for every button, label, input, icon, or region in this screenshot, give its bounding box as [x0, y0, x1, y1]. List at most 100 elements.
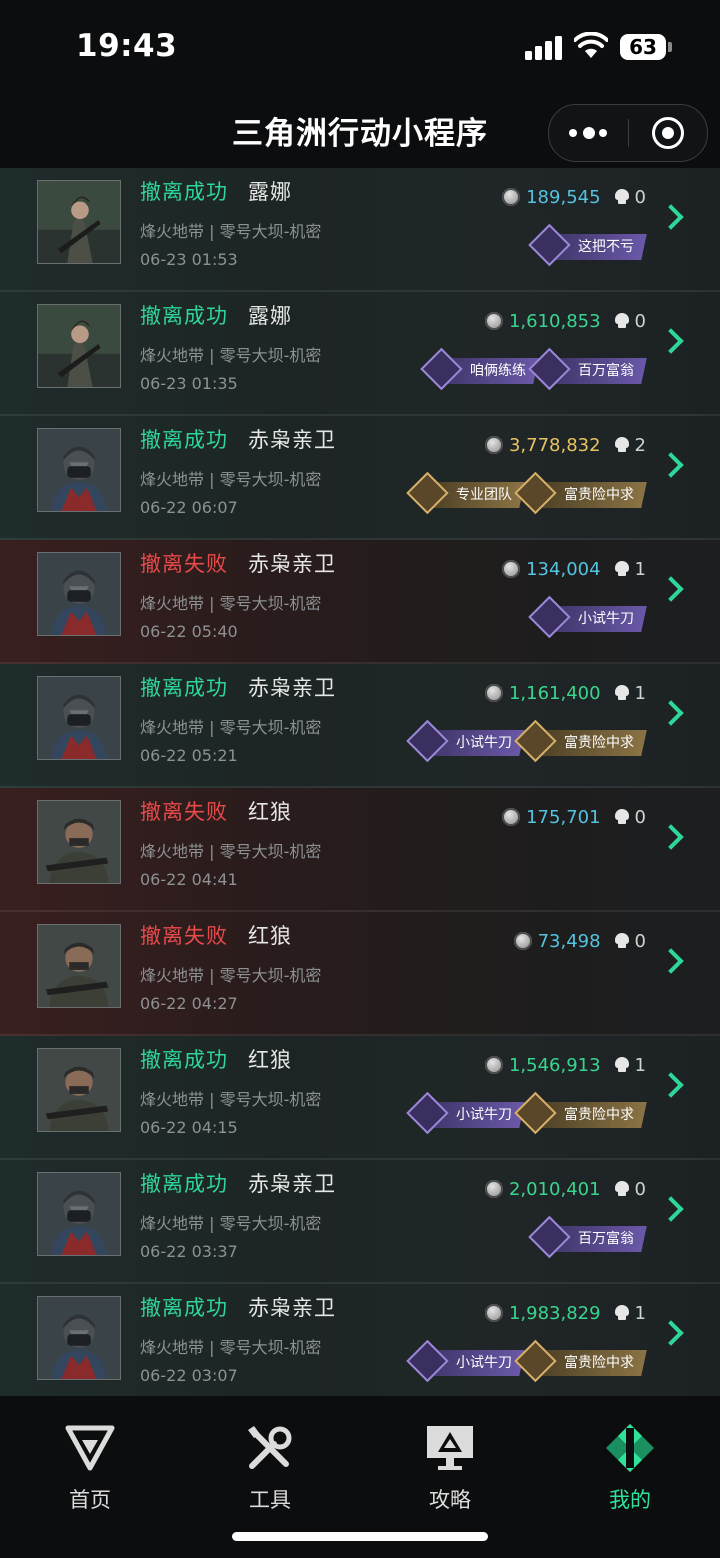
match-record-row[interactable]: 撤离成功 露娜 烽火地带 | 零号大坝-机密 06-23 01:35 1,610…	[0, 292, 720, 416]
match-record-row[interactable]: 撤离失败 红狼 烽火地带 | 零号大坝-机密 06-22 04:41 175,7…	[0, 788, 720, 912]
achievement-tag-label: 富贵险中求	[564, 487, 634, 503]
chevron-right-icon[interactable]	[658, 700, 684, 726]
match-record-row[interactable]: 撤离成功 赤枭亲卫 烽火地带 | 零号大坝-机密 06-22 03:07 1,9…	[0, 1284, 720, 1396]
coin-icon	[513, 932, 532, 950]
achievement-tag-label: 小试牛刀	[456, 735, 512, 751]
operator-name: 红狼	[248, 1048, 292, 1072]
loot-value: 1,983,829	[508, 1302, 601, 1324]
achievement-tags: 咱俩练练 百万富翁	[420, 347, 647, 391]
close-miniprogram-icon[interactable]	[652, 117, 684, 149]
chevron-right-icon[interactable]	[658, 824, 684, 850]
gold-badge-icon	[514, 719, 557, 763]
achievement-tag-label: 这把不亏	[578, 239, 634, 255]
kill-count: 1	[634, 558, 646, 580]
coin-icon	[484, 684, 503, 702]
match-record-row[interactable]: 撤离成功 赤枭亲卫 烽火地带 | 零号大坝-机密 06-22 03:37 2,0…	[0, 1160, 720, 1284]
match-record-row[interactable]: 撤离成功 赤枭亲卫 烽火地带 | 零号大坝-机密 06-22 05:21 1,1…	[0, 664, 720, 788]
chevron-right-icon[interactable]	[658, 1320, 684, 1346]
kill-count: 1	[634, 682, 646, 704]
extraction-result: 撤离成功	[140, 1172, 228, 1196]
skull-icon	[614, 437, 629, 453]
tab-home[interactable]: 首页	[0, 1396, 180, 1516]
achievement-tag-label: 专业团队	[456, 487, 512, 503]
match-datetime: 06-22 05:21	[140, 746, 238, 765]
skull-icon	[614, 933, 629, 949]
mode-map-label: 烽火地带 | 零号大坝-机密	[140, 346, 322, 365]
match-datetime: 06-22 04:27	[140, 994, 238, 1013]
match-record-row[interactable]: 撤离失败 红狼 烽火地带 | 零号大坝-机密 06-22 04:27 73,49…	[0, 912, 720, 1036]
match-stats: 134,004 1	[502, 556, 646, 582]
chevron-right-icon[interactable]	[658, 452, 684, 478]
match-stats: 1,983,829 1	[484, 1300, 646, 1326]
purple-badge-icon	[406, 1339, 449, 1383]
operator-name: 赤枭亲卫	[248, 428, 336, 452]
match-stats: 175,701 0	[502, 804, 646, 830]
chevron-right-icon[interactable]	[658, 328, 684, 354]
status-bar: 19:43 63	[0, 0, 720, 96]
operator-name: 露娜	[248, 304, 292, 328]
home-indicator	[232, 1532, 488, 1541]
coin-icon	[484, 1180, 503, 1198]
extraction-result: 撤离失败	[140, 924, 228, 948]
loot-value: 189,545	[526, 186, 601, 208]
achievement-tag: 富贵险中求	[514, 719, 647, 763]
tab-label: 我的	[609, 1488, 651, 1512]
achievement-tag-label: 富贵险中求	[564, 735, 634, 751]
achievement-tag-label: 小试牛刀	[578, 611, 634, 627]
operator-avatar	[37, 428, 121, 512]
chevron-right-icon[interactable]	[658, 1072, 684, 1098]
operator-name: 赤枭亲卫	[248, 552, 336, 576]
match-record-row[interactable]: 撤离成功 红狼 烽火地带 | 零号大坝-机密 06-22 04:15 1,546…	[0, 1036, 720, 1160]
achievement-tag: 富贵险中求	[514, 1339, 647, 1383]
match-datetime: 06-23 01:35	[140, 374, 238, 393]
achievement-tag: 百万富翁	[528, 347, 647, 391]
match-datetime: 06-22 04:15	[140, 1118, 238, 1137]
mode-map-label: 烽火地带 | 零号大坝-机密	[140, 966, 322, 985]
purple-badge-icon	[528, 223, 571, 267]
purple-badge-icon	[528, 595, 571, 639]
match-datetime: 06-22 05:40	[140, 622, 238, 641]
achievement-tag: 小试牛刀	[406, 719, 525, 763]
gold-badge-icon	[514, 1091, 557, 1135]
match-record-row[interactable]: 撤离失败 赤枭亲卫 烽火地带 | 零号大坝-机密 06-22 05:40 134…	[0, 540, 720, 664]
match-record-row[interactable]: 撤离成功 露娜 烽火地带 | 零号大坝-机密 06-23 01:53 189,5…	[0, 168, 720, 292]
chevron-right-icon[interactable]	[658, 204, 684, 230]
operator-avatar	[37, 1172, 121, 1256]
match-stats: 2,010,401 0	[484, 1176, 646, 1202]
achievement-tag-label: 小试牛刀	[456, 1355, 512, 1371]
chevron-right-icon[interactable]	[658, 576, 684, 602]
skull-icon	[614, 1057, 629, 1073]
kill-count: 0	[634, 806, 646, 828]
extraction-result: 撤离成功	[140, 428, 228, 452]
chevron-right-icon[interactable]	[658, 1196, 684, 1222]
coin-icon	[502, 188, 521, 206]
kill-count: 0	[634, 186, 646, 208]
coin-icon	[502, 808, 521, 826]
mode-map-label: 烽火地带 | 零号大坝-机密	[140, 222, 322, 241]
chevron-right-icon[interactable]	[658, 948, 684, 974]
loot-value: 2,010,401	[508, 1178, 601, 1200]
kill-count: 2	[634, 434, 646, 456]
tab-tools[interactable]: 工具	[180, 1396, 360, 1516]
gold-badge-icon	[514, 471, 557, 515]
loot-value: 175,701	[526, 806, 601, 828]
kill-count: 0	[634, 310, 646, 332]
achievement-tag-label: 富贵险中求	[564, 1107, 634, 1123]
match-record-row[interactable]: 撤离成功 赤枭亲卫 烽火地带 | 零号大坝-机密 06-22 06:07 3,7…	[0, 416, 720, 540]
achievement-tag: 小试牛刀	[528, 595, 647, 639]
miniprogram-capsule	[548, 104, 708, 162]
operator-name: 红狼	[248, 924, 292, 948]
extraction-result: 撤离成功	[140, 180, 228, 204]
achievement-tags: 这把不亏	[528, 223, 647, 267]
capsule-divider	[628, 119, 629, 147]
tab-profile[interactable]: 我的	[540, 1396, 720, 1516]
tab-guide[interactable]: 攻略	[360, 1396, 540, 1516]
achievement-tag-label: 小试牛刀	[456, 1107, 512, 1123]
tab-label: 首页	[69, 1488, 111, 1512]
achievement-tag: 这把不亏	[528, 223, 647, 267]
mode-map-label: 烽火地带 | 零号大坝-机密	[140, 1214, 322, 1233]
operator-name: 赤枭亲卫	[248, 1296, 336, 1320]
skull-icon	[614, 1305, 629, 1321]
match-stats: 189,545 0	[502, 184, 646, 210]
more-menu-icon[interactable]	[569, 126, 609, 140]
